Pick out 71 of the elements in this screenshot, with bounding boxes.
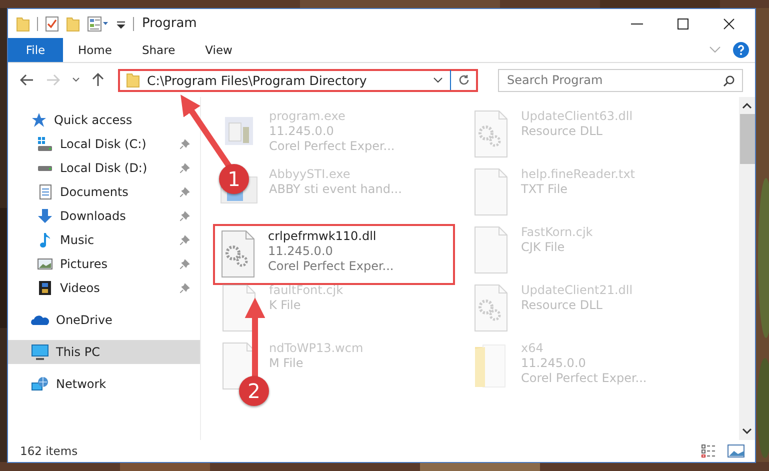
scroll-thumb[interactable] [740, 114, 754, 164]
sidebar-item[interactable]: OneDrive [8, 308, 200, 332]
download-arrow-icon [37, 208, 53, 224]
file-detail: Corel Perfect Exper... [268, 259, 394, 274]
file-detail: CJK File [521, 240, 566, 255]
search-icon [723, 74, 735, 86]
file-detail: Corel Perfect Exper... [521, 371, 647, 386]
folder-icon [126, 72, 140, 88]
file-detail: 11.245.0.0 [269, 124, 335, 139]
file-detail: TXT File [521, 182, 569, 197]
ribbon-tab[interactable]: View [190, 38, 248, 62]
refresh-icon[interactable] [458, 74, 470, 86]
file-detail: 11.245.0.0 [521, 356, 587, 371]
sidebar-item[interactable]: Quick access [8, 108, 200, 132]
pin-icon[interactable] [180, 163, 190, 173]
pictures-icon [37, 256, 53, 272]
checklist-icon[interactable] [45, 16, 59, 32]
file-name[interactable]: crlpefrmwk110.dll [268, 229, 394, 244]
up-arrow-icon[interactable] [92, 73, 104, 87]
sidebar-item[interactable]: Network [8, 372, 200, 396]
file-detail: M File [269, 356, 304, 371]
document-icon [37, 184, 53, 200]
sidebar-item[interactable]: Documents [8, 180, 200, 204]
pin-icon[interactable] [180, 235, 190, 245]
file-detail: Resource DLL [521, 298, 604, 313]
window-title: Program [142, 16, 197, 31]
drive-icon [37, 166, 53, 170]
drive-icon [37, 136, 53, 152]
sidebar-item[interactable]: Pictures [8, 252, 200, 276]
scrollbar[interactable] [739, 97, 755, 440]
file-detail: Corel Perfect Exper... [269, 139, 395, 154]
properties-icon[interactable] [87, 16, 109, 32]
network-icon [31, 376, 49, 392]
pin-icon[interactable] [180, 283, 190, 293]
file-detail: ABBY sti event hand... [269, 182, 402, 197]
sidebar-item[interactable]: Local Disk (C:) [8, 132, 200, 156]
chevron-icon[interactable] [433, 77, 443, 83]
music-note-icon [37, 232, 53, 248]
cloud-icon [31, 314, 49, 326]
sidebar-item[interactable]: This PC [8, 340, 200, 364]
sidebar-item[interactable]: Local Disk (D:) [8, 156, 200, 180]
maximize-icon[interactable] [677, 18, 689, 30]
sidebar-item[interactable]: Videos [8, 276, 200, 300]
back-arrow-icon[interactable] [20, 74, 34, 86]
pin-icon[interactable] [180, 211, 190, 221]
pin-icon[interactable] [180, 139, 190, 149]
ribbon-tab[interactable]: File [8, 38, 63, 62]
star-icon [31, 112, 47, 128]
file-detail: Resource DLL [521, 124, 604, 139]
monitor-icon [31, 344, 49, 360]
thumbnail-view-icon[interactable] [727, 444, 745, 458]
sidebar-item[interactable]: Downloads [8, 204, 200, 228]
step-badge: 1 [219, 164, 249, 194]
close-icon[interactable] [723, 18, 735, 30]
item-count: 162 items [20, 444, 78, 458]
pin-icon[interactable] [180, 187, 190, 197]
film-icon [37, 280, 53, 296]
file-detail: K File [269, 298, 302, 313]
sidebar-item[interactable]: Music [8, 228, 200, 252]
search-field[interactable]: Search Program [498, 68, 743, 92]
ribbon-tab[interactable]: Home [63, 38, 127, 62]
address-path: C:\Program Files\Program Directory [147, 72, 368, 88]
pin-icon[interactable] [180, 259, 190, 269]
ribbon-tab[interactable]: Share [126, 38, 190, 62]
scroll-down-icon[interactable] [742, 428, 752, 434]
scroll-up-icon[interactable] [742, 103, 752, 109]
file-detail: 11.245.0.0 [268, 244, 334, 259]
help-icon[interactable] [733, 42, 749, 58]
chevron-icon[interactable] [72, 77, 80, 83]
step-badge: 2 [239, 376, 269, 406]
address-bar[interactable]: C:\Program Files\Program Directory [118, 68, 478, 92]
